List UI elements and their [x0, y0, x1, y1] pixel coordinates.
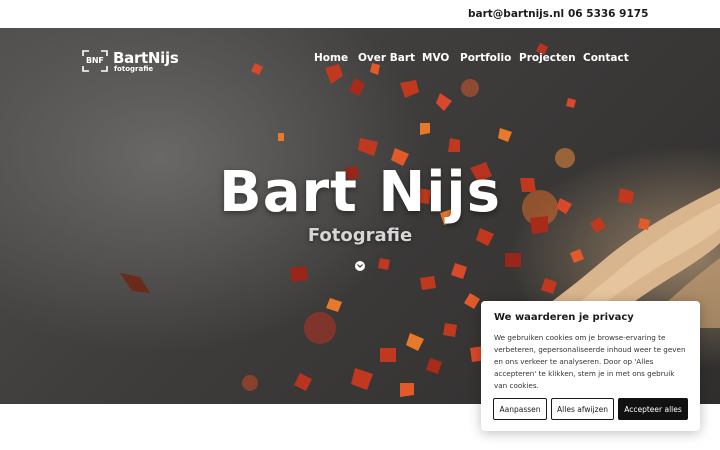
- scroll-down-button[interactable]: [355, 261, 365, 271]
- cookie-accept-button[interactable]: Accepteer alles: [618, 398, 688, 420]
- logo-tagline: fotografie: [114, 65, 154, 73]
- main-navigation: Home Over Bart MVO Portfolio Projecten C…: [0, 52, 720, 66]
- cookie-buttons: Aanpassen Alles afwijzen Accepteer alles: [493, 398, 689, 420]
- nav-item-over-bart[interactable]: Over Bart: [358, 52, 415, 64]
- cookie-text: We gebruiken cookies om je browse-ervari…: [494, 333, 686, 390]
- nav-item-home[interactable]: Home: [314, 52, 348, 64]
- chevron-down-icon: [357, 264, 363, 268]
- nav-item-projecten[interactable]: Projecten: [519, 52, 576, 64]
- cookie-consent-banner: We waarderen je privacy We gebruiken coo…: [481, 301, 700, 431]
- cookie-customize-button[interactable]: Aanpassen: [493, 398, 547, 420]
- email-link[interactable]: bart@bartnijs.nl: [468, 8, 564, 20]
- hero-subtitle: Fotografie: [307, 225, 413, 246]
- nav-item-contact[interactable]: Contact: [583, 52, 629, 64]
- nav-item-portfolio[interactable]: Portfolio: [460, 52, 511, 64]
- cookie-title: We waarderen je privacy: [494, 312, 634, 323]
- top-contact-bar: bart@bartnijs.nl 06 5336 9175: [0, 0, 720, 28]
- nav-item-mvo[interactable]: MVO: [422, 52, 449, 64]
- cookie-reject-button[interactable]: Alles afwijzen: [551, 398, 614, 420]
- hero-title: Bart Nijs: [219, 160, 501, 225]
- phone-link[interactable]: 06 5336 9175: [568, 8, 648, 20]
